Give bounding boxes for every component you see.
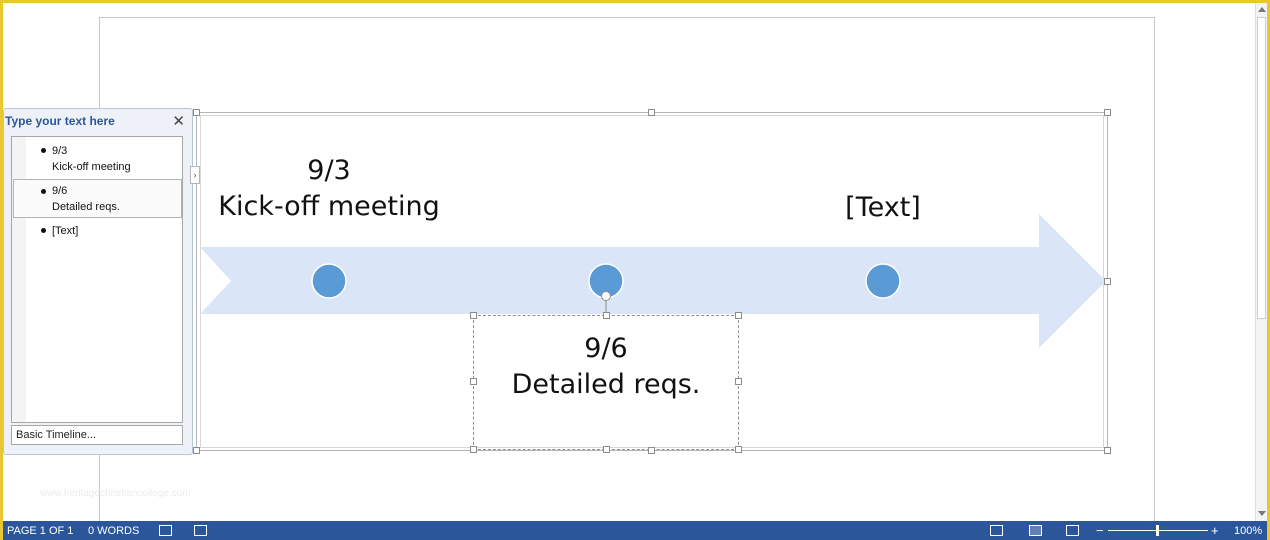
text-pane-item-2-line1: 9/6 — [52, 185, 68, 197]
smartart-text-pane[interactable]: Type your text here ✕ 9/3 Kick-off meeti… — [3, 108, 193, 455]
zoom-in-button[interactable]: + — [1211, 523, 1219, 538]
textbox-handle-tr[interactable] — [735, 312, 742, 319]
bullet-icon — [41, 189, 46, 194]
close-icon[interactable]: ✕ — [172, 112, 185, 130]
layout-name-link[interactable]: Basic Timeline... — [11, 425, 183, 445]
frame-handle-bl[interactable] — [193, 447, 200, 454]
frame-handle-br[interactable] — [1104, 447, 1111, 454]
milestone-label-2[interactable]: 9/6 Detailed reqs. — [473, 331, 739, 403]
frame-handle-tm[interactable] — [648, 109, 655, 116]
rotate-handle[interactable] — [601, 291, 611, 301]
text-pane-item-1[interactable]: 9/3 Kick-off meeting — [14, 143, 181, 175]
frame-handle-mr[interactable] — [1104, 278, 1111, 285]
frame-handle-tr[interactable] — [1104, 109, 1111, 116]
textbox-handle-tm[interactable] — [603, 312, 610, 319]
vertical-scrollbar[interactable] — [1255, 3, 1267, 521]
web-layout-icon[interactable] — [1066, 525, 1079, 536]
text-pane-item-2[interactable]: 9/6 Detailed reqs. — [13, 179, 182, 218]
print-layout-icon[interactable] — [1029, 525, 1042, 536]
zoom-out-button[interactable]: − — [1096, 523, 1104, 538]
text-pane-item-3-line1: [Text] — [52, 225, 79, 237]
status-bar: PAGE 1 OF 1 0 WORDS − + 100% — [0, 521, 1270, 540]
frame-handle-bm[interactable] — [648, 447, 655, 454]
read-mode-icon[interactable] — [990, 525, 1003, 536]
text-pane-item-1-line1: 9/3 — [52, 145, 68, 157]
word-count[interactable]: 0 WORDS — [88, 525, 139, 537]
milestone-text-3: [Text] — [845, 192, 921, 223]
text-pane-item-3[interactable]: [Text] — [14, 223, 181, 239]
textbox-handle-br[interactable] — [735, 446, 742, 453]
milestone-label-1[interactable]: 9/3 Kick-off meeting — [214, 153, 444, 225]
milestone-marker-1[interactable] — [311, 263, 347, 299]
text-pane-item-1-line2: Kick-off meeting — [52, 161, 131, 173]
text-pane-title: Type your text here — [5, 114, 115, 128]
milestone-text-1: Kick-off meeting — [218, 191, 440, 222]
proofing-icon[interactable] — [159, 525, 172, 536]
frame-handle-tl[interactable] — [193, 109, 200, 116]
milestone-label-3[interactable]: [Text] — [803, 190, 963, 226]
textbox-handle-bl[interactable] — [470, 446, 477, 453]
page-count[interactable]: PAGE 1 OF 1 — [7, 525, 73, 537]
zoom-level[interactable]: 100% — [1234, 525, 1262, 537]
text-pane-expand-icon[interactable]: › — [190, 166, 200, 184]
textbox-handle-ml[interactable] — [470, 378, 477, 385]
milestone-date-2: 9/6 — [584, 333, 628, 364]
bullet-icon — [41, 228, 46, 233]
milestone-marker-3[interactable] — [865, 263, 901, 299]
milestone-text-2: Detailed reqs. — [511, 369, 701, 400]
macro-icon[interactable] — [194, 525, 207, 536]
text-pane-item-2-line2: Detailed reqs. — [52, 201, 120, 213]
scroll-down-icon[interactable] — [1258, 511, 1266, 516]
textbox-handle-mr[interactable] — [735, 378, 742, 385]
textbox-handle-tl[interactable] — [470, 312, 477, 319]
milestone-date-1: 9/3 — [307, 155, 351, 186]
zoom-slider-thumb[interactable] — [1156, 525, 1159, 536]
scroll-up-icon[interactable] — [1258, 7, 1266, 12]
textbox-handle-bm[interactable] — [603, 446, 610, 453]
scroll-thumb[interactable] — [1257, 17, 1266, 319]
bullet-icon — [41, 148, 46, 153]
text-pane-list[interactable]: 9/3 Kick-off meeting 9/6 Detailed reqs. … — [11, 136, 183, 423]
